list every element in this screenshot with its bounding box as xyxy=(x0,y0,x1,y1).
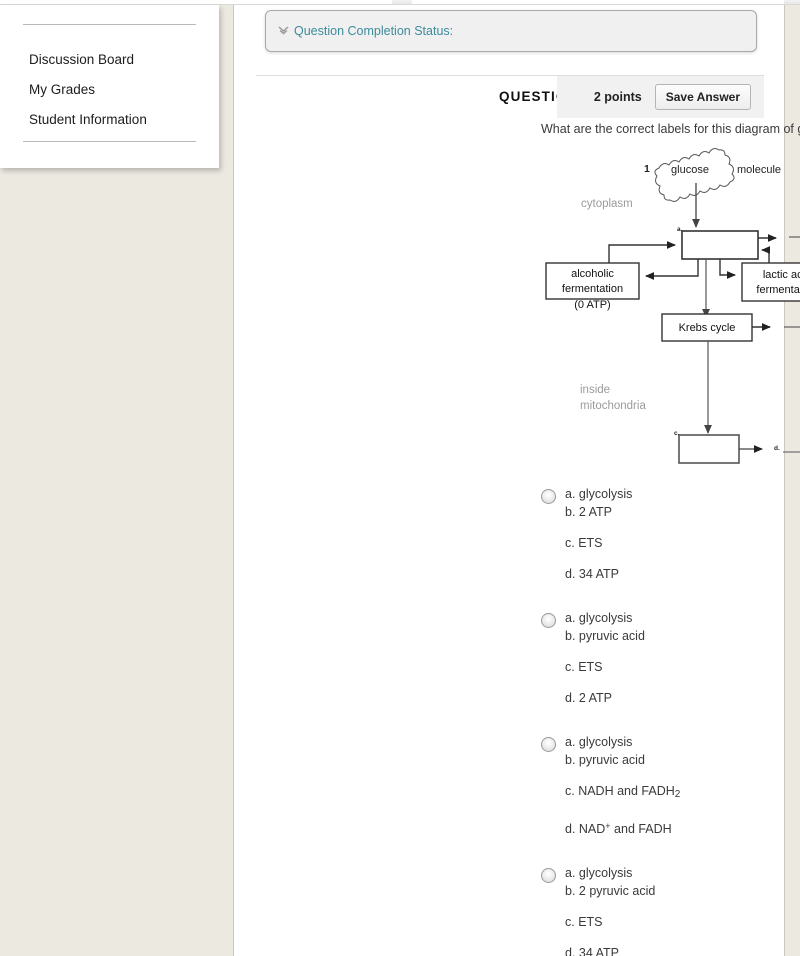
radio-button-option-4[interactable] xyxy=(541,868,556,883)
answer-line: d. 2 ATP xyxy=(565,691,613,705)
diagram-box-a xyxy=(681,230,759,260)
answer-line: d. 34 ATP xyxy=(565,946,619,956)
nav-divider-bottom xyxy=(23,141,196,142)
answer-option-4[interactable]: a. glycolysis b. 2 pyruvic acid c. ETS d… xyxy=(541,864,800,956)
svg-text:lactic acid: lactic acid xyxy=(763,269,800,281)
sidebar-item-discussion-board[interactable]: Discussion Board xyxy=(29,45,209,75)
cytoplasm-label: cytoplasm xyxy=(581,198,633,210)
answer-line: b. pyruvic acid xyxy=(565,753,645,767)
points-label: 2 points xyxy=(593,90,642,104)
question-completion-status-label: Question Completion Status: xyxy=(294,24,454,38)
question-prompt: What are the correct labels for this dia… xyxy=(541,122,800,136)
main-content-column: Question Completion Status: QUESTION 3 2… xyxy=(233,5,800,956)
question-meta: 2 points Save Answer xyxy=(557,76,764,118)
inside-label-line2: mitochondria xyxy=(580,400,646,412)
svg-text:fermentation: fermentation xyxy=(562,283,623,295)
answer-line: c. ETS xyxy=(565,915,603,929)
svg-text:(0 ATP): (0 ATP) xyxy=(574,299,610,311)
top-strip-segment-left xyxy=(0,0,392,4)
answer-line: a. glycolysis xyxy=(565,487,633,501)
svg-text:d.: d. xyxy=(774,445,780,452)
top-strip-segment-right xyxy=(412,0,784,4)
sidebar-item-my-grades[interactable]: My Grades xyxy=(29,75,209,105)
radio-button-option-2[interactable] xyxy=(541,613,556,628)
svg-text:glucose: glucose xyxy=(671,164,709,176)
answer-option-2[interactable]: a. glycolysis b. pyruvic acid c. ETS d. … xyxy=(541,609,800,707)
svg-text:molecule: molecule xyxy=(737,164,781,176)
svg-text:fermentation: fermentation xyxy=(756,284,800,296)
answer-line: a. glycolysis xyxy=(565,611,633,625)
svg-text:c.: c. xyxy=(674,430,680,437)
answer-line: c. NADH and FADH2 xyxy=(565,784,681,800)
course-menu-panel: Discussion Board My Grades Student Infor… xyxy=(0,5,219,168)
answer-line: b. pyruvic acid xyxy=(565,629,645,643)
answer-line: d. NAD+ and FADH xyxy=(565,821,672,836)
answer-line: b. 2 ATP xyxy=(565,505,613,519)
svg-text:1: 1 xyxy=(644,163,650,175)
question-header: QUESTION 3 2 points Save Answer xyxy=(256,76,764,118)
glucose-catabolism-diagram: 1 glucose molecule cytoplasm a. alcoholi… xyxy=(534,145,800,475)
answer-option-1[interactable]: a. glycolysis b. 2 ATP c. ETS d. 34 ATP xyxy=(541,485,800,583)
answer-option-3[interactable]: a. glycolysis b. pyruvic acid c. NADH an… xyxy=(541,733,800,838)
diagram-svg: 1 glucose molecule cytoplasm a. alcoholi… xyxy=(545,148,800,464)
answer-line: a. glycolysis xyxy=(565,735,633,749)
chevron-double-down-icon[interactable] xyxy=(278,25,289,37)
nav-divider-top xyxy=(23,24,196,25)
answer-line: b. 2 pyruvic acid xyxy=(565,884,656,898)
answer-option-1-lines: a. glycolysis b. 2 ATP c. ETS d. 34 ATP xyxy=(565,485,800,583)
question-completion-status-bar[interactable]: Question Completion Status: xyxy=(265,10,757,52)
svg-text:Krebs cycle: Krebs cycle xyxy=(679,322,736,334)
answer-option-3-lines: a. glycolysis b. pyruvic acid c. NADH an… xyxy=(565,733,800,838)
answer-line: c. ETS xyxy=(565,660,603,674)
nav-list: Discussion Board My Grades Student Infor… xyxy=(29,45,209,135)
answer-line: a. glycolysis xyxy=(565,866,633,880)
answer-line: c. ETS xyxy=(565,536,603,550)
radio-button-option-3[interactable] xyxy=(541,737,556,752)
sidebar-item-student-information[interactable]: Student Information xyxy=(29,105,209,135)
diagram-box-c xyxy=(678,434,740,464)
radio-button-option-1[interactable] xyxy=(541,489,556,504)
answer-options-list: a. glycolysis b. 2 ATP c. ETS d. 34 ATP … xyxy=(541,485,800,956)
answer-option-4-lines: a. glycolysis b. 2 pyruvic acid c. ETS d… xyxy=(565,864,800,956)
inside-label-line1: inside xyxy=(580,384,610,396)
svg-text:alcoholic: alcoholic xyxy=(571,268,614,280)
svg-text:a.: a. xyxy=(677,226,683,233)
answer-line: d. 34 ATP xyxy=(565,567,619,581)
save-answer-button[interactable]: Save Answer xyxy=(654,84,751,110)
answer-option-2-lines: a. glycolysis b. pyruvic acid c. ETS d. … xyxy=(565,609,800,707)
page-root: Discussion Board My Grades Student Infor… xyxy=(0,0,800,956)
glucose-blob: 1 glucose molecule xyxy=(644,148,781,202)
